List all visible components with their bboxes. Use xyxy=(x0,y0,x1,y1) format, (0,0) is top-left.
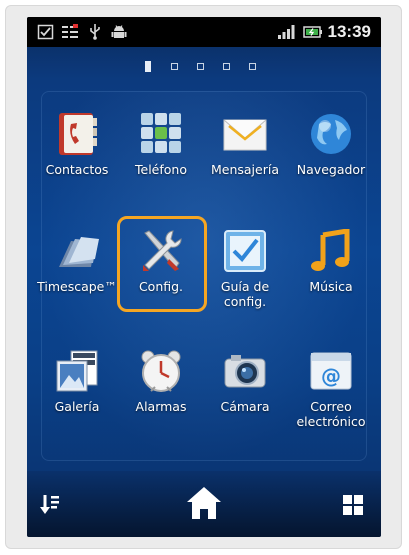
app-mensajeria[interactable]: Mensajería xyxy=(203,112,287,216)
app-label: Teléfono xyxy=(135,162,187,177)
keypad-icon xyxy=(141,113,181,153)
app-grid-icon[interactable] xyxy=(343,495,363,515)
globe-icon xyxy=(311,114,351,154)
email-icon: @ xyxy=(310,352,352,390)
app-label: Galería xyxy=(54,399,100,414)
phone-screen: 13:39 Contactos Teléfono Mensajería Nave… xyxy=(27,17,381,537)
usb-icon xyxy=(90,24,100,40)
app-label: Cámara xyxy=(220,399,270,414)
status-bar: 13:39 xyxy=(27,17,381,47)
app-label: Correo electrónico xyxy=(296,399,366,429)
sort-apps-icon[interactable] xyxy=(40,493,60,515)
dock-bar xyxy=(27,471,381,537)
android-debug-icon xyxy=(111,25,127,38)
app-label: Alarmas xyxy=(135,399,187,414)
checkbox-notification-icon xyxy=(37,24,54,40)
page-dot-4[interactable] xyxy=(223,63,230,70)
app-navegador[interactable]: Navegador xyxy=(289,112,373,216)
app-correo-electronico[interactable]: @ Correo electrónico xyxy=(289,349,373,453)
app-galeria[interactable]: Galería xyxy=(35,349,119,453)
app-label: Mensajería xyxy=(210,162,279,177)
app-alarmas[interactable]: Alarmas xyxy=(119,349,203,453)
camera-icon xyxy=(224,355,266,388)
home-icon[interactable] xyxy=(185,485,223,521)
app-label: Guía de config. xyxy=(220,279,270,309)
app-config[interactable]: Config. xyxy=(119,229,203,333)
app-label: Música xyxy=(309,279,353,294)
battery-icon xyxy=(303,26,322,38)
app-musica[interactable]: Música xyxy=(289,229,373,333)
status-time: 13:39 xyxy=(327,22,371,41)
gallery-icon xyxy=(56,350,98,392)
svg-text:@: @ xyxy=(321,364,341,388)
wrench-screwdriver-icon xyxy=(143,230,182,271)
home-page-indicator xyxy=(27,59,381,73)
music-note-icon xyxy=(311,229,350,271)
app-timescape[interactable]: Timescape™ xyxy=(35,229,119,333)
app-label: Contactos xyxy=(45,162,109,177)
tasks-icon xyxy=(62,24,78,38)
signal-bars-icon xyxy=(278,25,295,39)
app-label: Timescape™ xyxy=(37,279,117,294)
app-guia-de-config[interactable]: Guía de config. xyxy=(203,229,287,333)
alarm-clock-icon xyxy=(141,350,181,392)
timescape-icon xyxy=(59,237,99,267)
page-dot-3[interactable] xyxy=(197,63,204,70)
page-dot-2[interactable] xyxy=(171,63,178,70)
checkbox-setup-icon xyxy=(224,230,266,272)
app-contactos[interactable]: Contactos xyxy=(35,112,119,216)
envelope-icon xyxy=(223,119,267,151)
app-label: Config. xyxy=(138,279,184,294)
app-camara[interactable]: Cámara xyxy=(203,349,287,453)
page-dot-5[interactable] xyxy=(249,63,256,70)
page-dot-1[interactable] xyxy=(145,61,151,72)
phonebook-icon xyxy=(59,113,97,155)
app-telefono[interactable]: Teléfono xyxy=(119,112,203,216)
app-label: Navegador xyxy=(296,162,366,177)
